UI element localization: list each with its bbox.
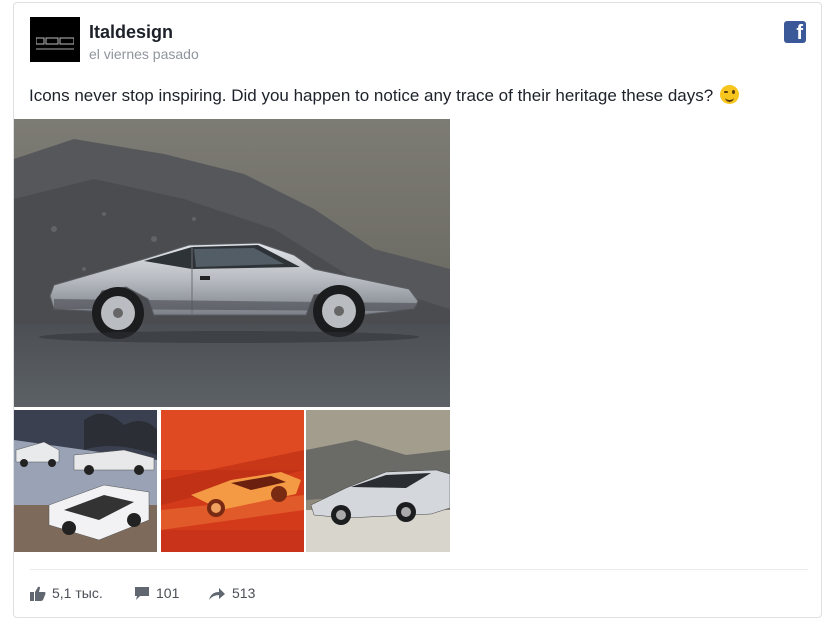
comments-count: 101 [156,585,180,601]
post-timestamp[interactable]: el viernes pasado [89,46,199,62]
like-icon [30,586,46,601]
post-author[interactable]: Italdesign [89,22,173,43]
shares-count: 513 [232,585,256,601]
post-text: Icons never stop inspiring. Did you happ… [29,85,739,106]
thumbnail-photo-2[interactable] [161,410,304,552]
thumbnail-photo-1[interactable] [14,410,157,552]
italdesign-logo [36,37,74,45]
shares-stat[interactable]: 513 [208,585,255,601]
facebook-icon[interactable]: f [784,21,806,44]
main-photo[interactable] [14,119,450,407]
winking-face-emoji [719,85,739,104]
car-quarry-photo [306,410,450,552]
car-photo-main [14,119,450,407]
logo-subtext [36,48,74,50]
car-painting-photo [161,410,304,552]
comments-stat[interactable]: 101 [134,585,179,601]
car-sketch-photo [14,410,157,552]
stats-divider [30,569,808,570]
likes-count: 5,1 тыс. [52,585,103,601]
comment-icon [135,586,149,600]
thumbnail-photo-3[interactable] [306,410,450,552]
share-icon [209,587,225,600]
avatar[interactable] [30,17,80,62]
post-text-body: Icons never stop inspiring. Did you happ… [29,86,714,105]
post-card: Italdesign el viernes pasado f Icons nev… [13,2,822,618]
likes-stat[interactable]: 5,1 тыс. [30,585,103,601]
